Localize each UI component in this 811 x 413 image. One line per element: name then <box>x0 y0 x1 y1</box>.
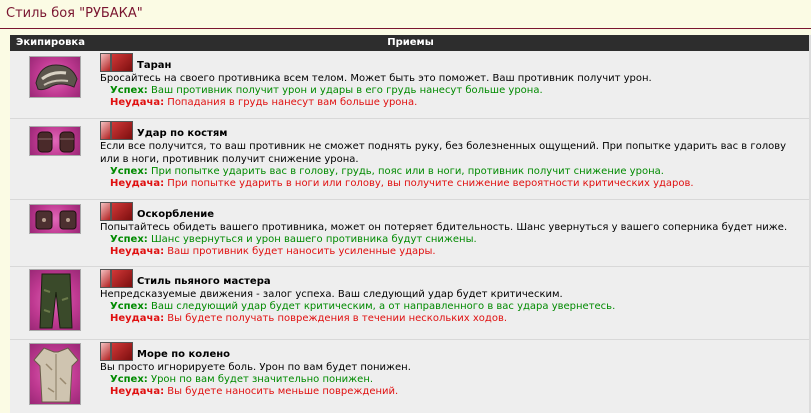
column-header-moves: Приемы <box>387 37 434 48</box>
move-description: Попытайтесь обидеть вашего противника, м… <box>100 222 788 233</box>
table-row: Таран Бросайтесь на своего противника вс… <box>10 51 811 118</box>
move-success: Успех: Шанс увернуться и урон вашего про… <box>110 234 477 245</box>
equipment-cell <box>10 267 100 339</box>
move-icon[interactable] <box>100 269 133 288</box>
move-name: Удар по костям <box>137 128 228 139</box>
move-oskorblenie: Оскорбление Попытайтесь обидеть вашего п… <box>100 200 807 258</box>
move-fail: Неудача: При попытке ударить в ноги или … <box>110 178 694 189</box>
move-fail: Неудача: Ваш противник будет наносить ус… <box>110 246 436 257</box>
equipment-cell <box>10 200 100 266</box>
table-row: Море по колено Вы просто игнорируете бол… <box>10 339 811 413</box>
table-row: Стиль пьяного мастера Непредсказуемые дв… <box>10 266 811 339</box>
table-row: Оскорбление Попытайтесь обидеть вашего п… <box>10 199 811 266</box>
move-fail: Неудача: Вы будете наносить меньше повре… <box>110 386 399 397</box>
moves-table: Экипировка Приемы Таран Бросайтесь на св… <box>10 35 811 413</box>
table-body: Таран Бросайтесь на своего противника вс… <box>10 51 811 413</box>
move-icon[interactable] <box>100 342 133 361</box>
move-description: Если все получится, то ваш противник не … <box>100 141 787 165</box>
gloves-icon[interactable] <box>29 126 81 156</box>
equipment-cell <box>10 51 100 118</box>
move-fail: Неудача: Попадания в грудь нанесут вам б… <box>110 97 418 108</box>
move-icon[interactable] <box>100 53 133 72</box>
move-success: Успех: Урон по вам будет значительно пон… <box>110 374 374 385</box>
move-description: Бросайтесь на своего противника всем тел… <box>100 73 652 84</box>
pants-icon[interactable] <box>29 269 81 331</box>
page-title: Стиль боя "РУБАКА" <box>0 0 811 29</box>
helmet-icon[interactable] <box>29 56 81 98</box>
move-stil-pyanogo-mastera: Стиль пьяного мастера Непредсказуемые дв… <box>100 267 807 325</box>
move-description: Вы просто игнорируете боль. Урон по вам … <box>100 362 411 373</box>
move-name: Таран <box>137 60 172 71</box>
move-taran: Таран Бросайтесь на своего противника вс… <box>100 51 807 109</box>
table-header: Экипировка Приемы <box>10 35 811 51</box>
equipment-cell <box>10 340 100 413</box>
move-fail: Неудача: Вы будете получать повреждения … <box>110 313 508 324</box>
move-success: Успех: Ваш следующий удар будет критичес… <box>110 301 616 312</box>
shirt-icon[interactable] <box>29 343 81 405</box>
move-icon[interactable] <box>100 202 133 221</box>
equipment-cell <box>10 119 100 199</box>
move-name: Оскорбление <box>137 209 215 220</box>
move-more-po-koleno: Море по колено Вы просто игнорируете бол… <box>100 340 807 398</box>
move-udar-po-kostyam: Удар по костям Если все получится, то ва… <box>100 119 807 190</box>
move-name: Стиль пьяного мастера <box>137 276 271 287</box>
move-name: Море по колено <box>137 349 231 360</box>
move-success: Успех: При попытке ударить вас в голову,… <box>110 166 664 177</box>
move-description: Непредсказуемые движения - залог успеха.… <box>100 289 563 300</box>
page: Стиль боя "РУБАКА" Экипировка Приемы Тар… <box>0 0 811 413</box>
move-icon[interactable] <box>100 121 133 140</box>
column-header-equipment: Экипировка <box>16 37 85 48</box>
move-success: Успех: Ваш противник получит урон и удар… <box>110 85 543 96</box>
bracers-icon[interactable] <box>29 204 81 234</box>
table-row: Удар по костям Если все получится, то ва… <box>10 118 811 199</box>
